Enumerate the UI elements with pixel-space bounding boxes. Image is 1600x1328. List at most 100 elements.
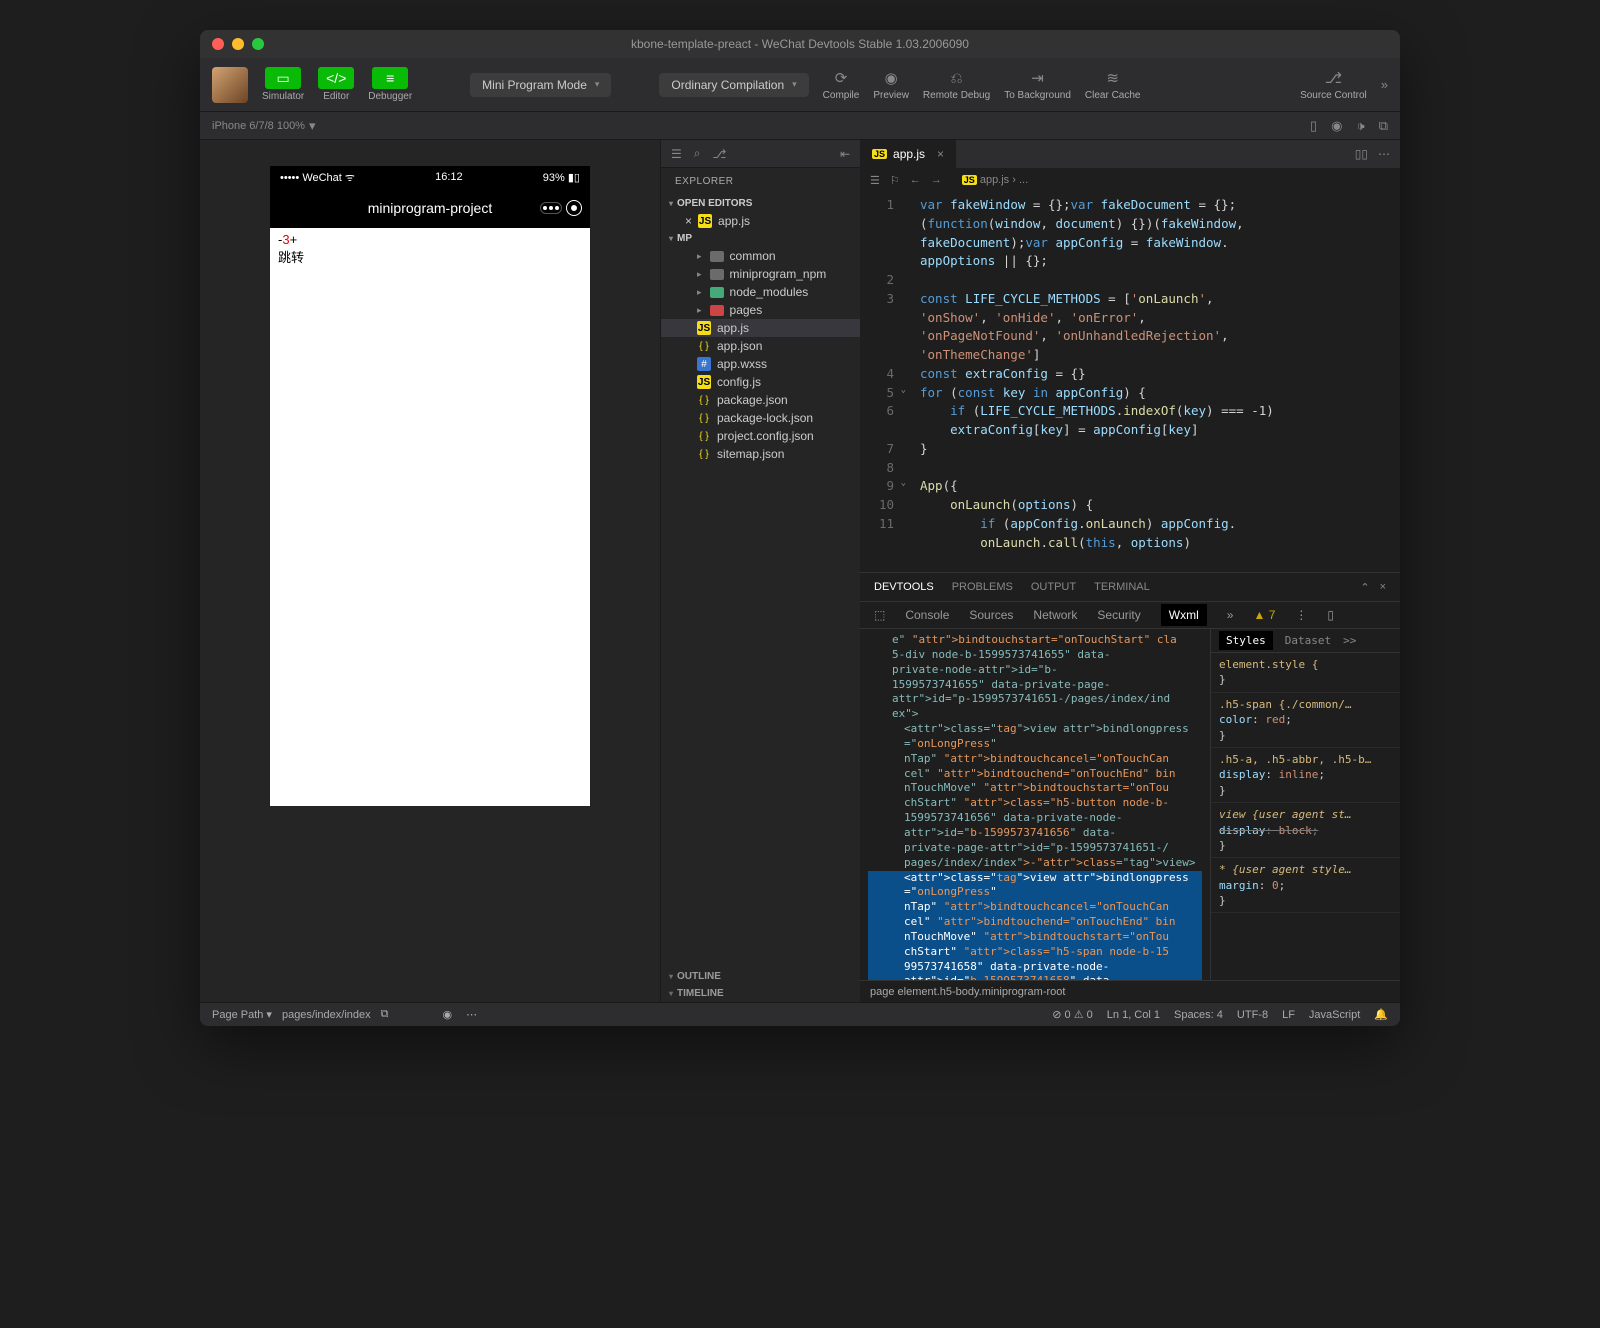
capsule-close[interactable]: [566, 200, 582, 216]
minimize-window-button[interactable]: [232, 38, 244, 50]
language[interactable]: JavaScript: [1309, 1009, 1360, 1021]
root-folder[interactable]: MP: [661, 230, 860, 247]
remote-debug-button[interactable]: ⎌ Remote Debug: [923, 68, 990, 101]
source-control-button[interactable]: ⎇ Source Control: [1300, 68, 1367, 101]
console-tab[interactable]: Console: [905, 608, 949, 622]
file-item[interactable]: { }package.json: [661, 391, 860, 409]
overflow-icon[interactable]: »: [1381, 77, 1388, 92]
maximize-window-button[interactable]: [252, 38, 264, 50]
clear-cache-button[interactable]: ≋ Clear Cache: [1085, 68, 1141, 101]
more-icon[interactable]: ⋮: [1295, 608, 1307, 622]
simulator-toggle[interactable]: ▭ Simulator: [262, 67, 304, 102]
search-icon[interactable]: ⌕: [694, 146, 701, 161]
timeline-section[interactable]: TIMELINE: [661, 985, 860, 1002]
eol[interactable]: LF: [1282, 1009, 1295, 1021]
style-rule[interactable]: * {user agent style… margin: 0;}: [1211, 858, 1400, 913]
close-window-button[interactable]: [212, 38, 224, 50]
compilation-mode-dropdown[interactable]: Ordinary Compilation: [659, 73, 808, 97]
open-editors-section[interactable]: OPEN EDITORS: [661, 195, 860, 212]
file-item[interactable]: ▸node_modules: [661, 283, 860, 301]
capsule-menu[interactable]: [540, 202, 562, 214]
security-tab[interactable]: Security: [1097, 608, 1140, 622]
phone-content[interactable]: -3+ 跳转: [270, 228, 590, 806]
file-item[interactable]: ▸common: [661, 247, 860, 265]
style-rule[interactable]: .h5-span {./common/… color: red;}: [1211, 693, 1400, 748]
page-path-label[interactable]: Page Path ▾: [212, 1008, 272, 1021]
close-icon[interactable]: ×: [685, 214, 692, 228]
split-icon[interactable]: ▯▯: [1355, 147, 1368, 161]
file-item[interactable]: JSapp.js: [661, 319, 860, 337]
rotate-icon[interactable]: ▯: [1310, 118, 1317, 134]
element-path[interactable]: page element.h5-body.miniprogram-root: [870, 986, 1065, 998]
file-item[interactable]: { }app.json: [661, 337, 860, 355]
code-editor[interactable]: 12345⌄6789⌄1011 var fakeWindow = {};var …: [860, 192, 1400, 572]
chevron-up-icon[interactable]: ⌃: [1360, 581, 1369, 594]
counter-plus[interactable]: +: [290, 232, 298, 247]
devtools-tab[interactable]: DEVTOOLS: [874, 581, 934, 593]
output-tab[interactable]: OUTPUT: [1031, 581, 1076, 593]
wxml-tree[interactable]: e" "attr">bindtouchstart="onTouchStart" …: [860, 629, 1210, 980]
styles-tab[interactable]: Styles: [1219, 631, 1273, 650]
forward-icon[interactable]: →: [931, 174, 942, 186]
open-editor-item[interactable]: × JS app.js: [661, 212, 860, 230]
more-icon[interactable]: ⋯: [1378, 147, 1390, 161]
file-item[interactable]: { }project.config.json: [661, 427, 860, 445]
style-rule[interactable]: element.style {}: [1211, 653, 1400, 693]
compile-button[interactable]: ⟳ Compile: [823, 68, 860, 101]
file-item[interactable]: JSconfig.js: [661, 373, 860, 391]
record-icon[interactable]: ◉: [1331, 118, 1342, 134]
outline-section[interactable]: OUTLINE: [661, 968, 860, 985]
editor-toggle[interactable]: </> Editor: [318, 67, 354, 102]
user-avatar[interactable]: [212, 67, 248, 103]
breadcrumb[interactable]: JS app.js › ...: [962, 174, 1028, 186]
file-item[interactable]: ▸miniprogram_npm: [661, 265, 860, 283]
indentation[interactable]: Spaces: 4: [1174, 1009, 1223, 1021]
eye-icon[interactable]: ◉: [443, 1008, 453, 1021]
bell-icon[interactable]: 🔔: [1374, 1008, 1388, 1021]
styles-overflow[interactable]: >>: [1343, 634, 1356, 647]
editor-tab[interactable]: JS app.js ×: [860, 140, 956, 168]
cursor-position[interactable]: Ln 1, Col 1: [1107, 1009, 1160, 1021]
encoding[interactable]: UTF-8: [1237, 1009, 1268, 1021]
editor-label: Editor: [323, 91, 349, 102]
list-icon[interactable]: ☰: [671, 147, 682, 161]
dock-icon[interactable]: ▯: [1327, 608, 1334, 622]
style-rule[interactable]: .h5-a, .h5-abbr, .h5-b… display: inline;…: [1211, 748, 1400, 803]
problems-tab[interactable]: PROBLEMS: [952, 581, 1013, 593]
inspect-icon[interactable]: ⬚: [874, 608, 885, 622]
overflow-icon[interactable]: »: [1227, 608, 1234, 622]
page-path[interactable]: pages/index/index: [282, 1009, 371, 1021]
dataset-tab[interactable]: Dataset: [1285, 634, 1331, 647]
warning-badge[interactable]: ▲ 7: [1253, 608, 1275, 622]
copy-path-icon[interactable]: ⧉: [381, 1008, 389, 1021]
preview-button[interactable]: ◉ Preview: [873, 68, 909, 101]
remote-icon: ⎌: [951, 68, 963, 88]
collapse-icon[interactable]: ⇤: [840, 147, 850, 161]
close-icon[interactable]: ×: [1380, 581, 1386, 594]
back-icon[interactable]: ←: [910, 174, 921, 186]
sources-tab[interactable]: Sources: [969, 608, 1013, 622]
toc-icon[interactable]: ☰: [870, 174, 880, 187]
background-button[interactable]: ⇥ To Background: [1004, 68, 1071, 101]
sub-toolbar: iPhone 6/7/8 100% ▾ ▯ ◉ 🕩 ⧉: [200, 112, 1400, 140]
debugger-toggle[interactable]: ≡ Debugger: [368, 67, 412, 102]
tab-close-icon[interactable]: ×: [937, 147, 944, 161]
device-selector[interactable]: iPhone 6/7/8 100%: [212, 120, 305, 132]
bookmark-icon[interactable]: ⚐: [890, 174, 900, 187]
terminal-tab[interactable]: TERMINAL: [1094, 581, 1150, 593]
style-rule[interactable]: view {user agent st… display: block;}: [1211, 803, 1400, 858]
mute-icon[interactable]: 🕩: [1357, 118, 1365, 134]
more-icon[interactable]: ⋯: [466, 1008, 477, 1021]
wxml-tab[interactable]: Wxml: [1161, 604, 1207, 626]
program-mode-dropdown[interactable]: Mini Program Mode: [470, 73, 611, 97]
nav-link[interactable]: 跳转: [278, 247, 582, 266]
file-item[interactable]: { }package-lock.json: [661, 409, 860, 427]
chevron-down-icon: ▾: [309, 118, 316, 134]
network-tab[interactable]: Network: [1033, 608, 1077, 622]
file-item[interactable]: #app.wxss: [661, 355, 860, 373]
copy-icon[interactable]: ⧉: [1379, 118, 1388, 134]
file-item[interactable]: ▸pages: [661, 301, 860, 319]
problems-count[interactable]: ⊘ 0 ⚠ 0: [1052, 1008, 1093, 1021]
branch-icon[interactable]: ⎇: [713, 147, 727, 161]
file-item[interactable]: { }sitemap.json: [661, 445, 860, 463]
